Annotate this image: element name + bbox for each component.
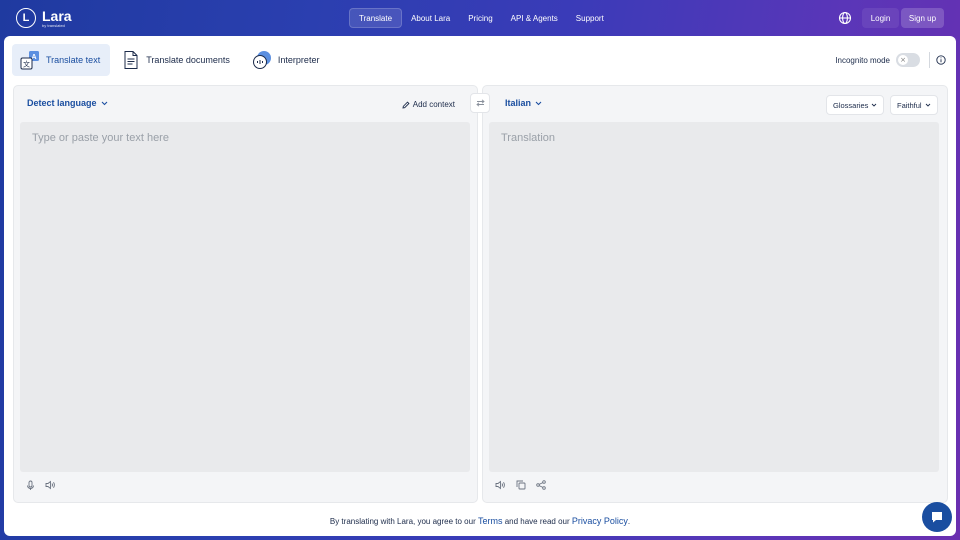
nav-support[interactable]: Support (567, 8, 613, 28)
chevron-down-icon (872, 103, 877, 107)
nav-translate[interactable]: Translate (349, 8, 403, 28)
copy-icon[interactable] (516, 480, 526, 490)
incognito-toggle[interactable]: × (896, 53, 920, 67)
terms-notice: By translating with Lara, you agree to o… (4, 516, 956, 526)
chat-icon (932, 512, 942, 523)
terms-link[interactable]: Terms (478, 516, 503, 526)
style-label: Faithful (897, 100, 922, 110)
speaker-icon[interactable] (45, 480, 56, 491)
divider (929, 52, 930, 68)
swap-languages-button[interactable] (470, 93, 490, 113)
tab-translate-documents-label: Translate documents (146, 55, 230, 65)
share-icon[interactable] (536, 480, 546, 490)
chevron-down-icon (535, 101, 542, 105)
nav-about-lara[interactable]: About Lara (402, 8, 459, 28)
logo-sub: by translated (42, 22, 65, 28)
pencil-icon (402, 100, 410, 109)
document-icon (124, 51, 138, 69)
microphone-icon[interactable] (26, 480, 35, 491)
source-panel: Detect language Add context Type or past… (13, 85, 478, 503)
signup-button[interactable]: Sign up (901, 8, 944, 28)
add-context-label: Add context (412, 100, 455, 109)
target-panel: Italian Glossaries Faithful Translation (482, 85, 948, 503)
source-text-input[interactable]: Type or paste your text here (20, 122, 470, 472)
logo-wordmark: Lara by translated (42, 9, 72, 28)
chevron-down-icon (925, 103, 930, 107)
incognito-mode: Incognito mode × (835, 53, 920, 67)
tab-translate-documents[interactable]: Translate documents (114, 44, 240, 76)
main-nav: Translate About Lara Pricing API & Agent… (349, 8, 613, 28)
tab-translate-text[interactable]: A 文 Translate text (12, 44, 111, 76)
source-language-label: Detect language (27, 98, 97, 108)
nav-api-agents[interactable]: API & Agents (502, 8, 567, 28)
privacy-policy-link[interactable]: Privacy Policy (572, 516, 628, 526)
tab-interpreter[interactable]: Interpreter (244, 44, 330, 76)
swap-icon (475, 99, 485, 107)
target-actions (495, 480, 556, 490)
glossaries-label: Glossaries (833, 100, 869, 110)
interpreter-icon (252, 51, 271, 69)
tab-interpreter-label: Interpreter (277, 55, 320, 65)
logo-name: Lara (42, 7, 72, 24)
globe-icon[interactable] (838, 11, 852, 25)
svg-text:文: 文 (23, 60, 30, 69)
incognito-label: Incognito mode (835, 55, 890, 65)
chevron-down-icon (101, 101, 107, 105)
nav-pricing[interactable]: Pricing (459, 8, 501, 28)
terms-prefix: By translating with Lara, you agree to o… (329, 517, 476, 526)
source-language-select[interactable]: Detect language (27, 98, 108, 108)
lara-logo[interactable]: L Lara by translated (16, 8, 72, 28)
chat-support-button[interactable] (922, 502, 952, 532)
toggle-off-icon: × (898, 55, 908, 65)
translator-card: A 文 Translate text Translate documents I… (4, 36, 956, 536)
speaker-icon[interactable] (495, 480, 506, 490)
login-button[interactable]: Login (862, 8, 899, 28)
terms-suffix: . (627, 517, 631, 526)
source-actions (26, 480, 66, 491)
logo-mark: L (16, 8, 36, 28)
translation-output: Translation (489, 122, 939, 472)
translate-text-icon: A 文 (20, 51, 39, 70)
add-context-button[interactable]: Add context (402, 100, 455, 109)
target-language-select[interactable]: Italian (505, 98, 542, 108)
info-icon[interactable] (936, 55, 946, 65)
top-bar: L Lara by translated Translate About Lar… (0, 0, 960, 36)
terms-middle: and have read our (504, 517, 570, 526)
glossaries-dropdown[interactable]: Glossaries (826, 95, 885, 115)
mode-tabs: A 文 Translate text Translate documents I… (12, 44, 333, 76)
style-dropdown[interactable]: Faithful (890, 95, 938, 115)
target-language-label: Italian (505, 98, 532, 108)
tab-translate-text-label: Translate text (46, 55, 101, 65)
